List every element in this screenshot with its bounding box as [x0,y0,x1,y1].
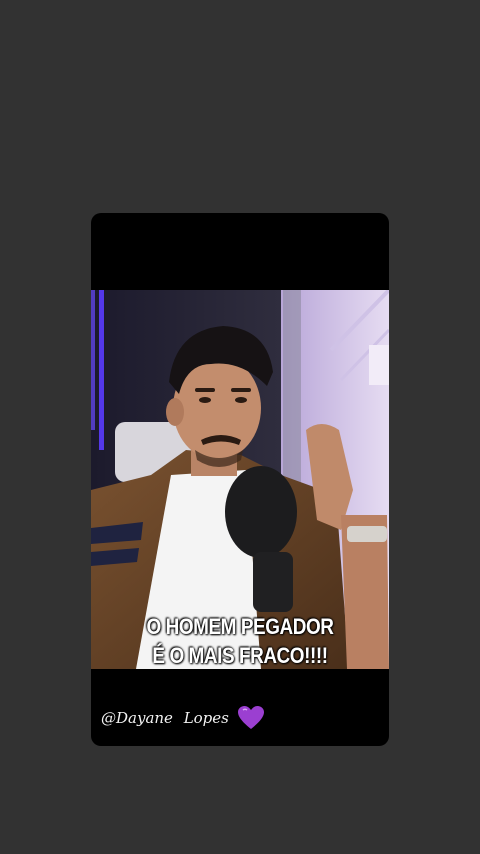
caption-line-1: O HOMEM PEGADOR [146,614,334,639]
video-caption: O HOMEM PEGADOR É O MAIS FRACO!!!! [112,612,368,669]
credit-username[interactable]: @Dayane Lopes [101,709,229,727]
credit-tag[interactable]: @Dayane Lopes [101,703,265,733]
caption-line-2: É O MAIS FRACO!!!! [152,643,328,668]
story-viewer: O HOMEM PEGADOR É O MAIS FRACO!!!! @Daya… [0,0,480,854]
story-card[interactable]: O HOMEM PEGADOR É O MAIS FRACO!!!! @Daya… [91,213,389,746]
video-frame[interactable]: O HOMEM PEGADOR É O MAIS FRACO!!!! [91,290,389,669]
purple-heart-icon [237,705,265,731]
